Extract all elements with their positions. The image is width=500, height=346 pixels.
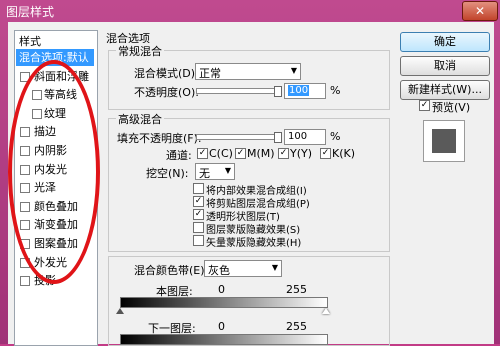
advanced-option-checkbox[interactable]: ✓ [193, 209, 204, 220]
knockout-select[interactable]: 无 ▼ [195, 163, 235, 180]
opacity-label: 不透明度(O): [134, 86, 199, 99]
advanced-option-checkbox[interactable] [193, 183, 204, 194]
general-blending-title: 常规混合 [116, 43, 164, 59]
style-item-checkbox[interactable] [20, 276, 30, 287]
preview-label: 预览(V) [432, 101, 471, 114]
fill-opacity-unit: % [330, 130, 341, 143]
blend-mode-label: 混合模式(D): [134, 67, 199, 80]
channel-checkbox[interactable]: ✓ [278, 148, 289, 159]
preview-sample [432, 129, 456, 153]
channel-label: M(M) [247, 147, 275, 160]
knockout-value: 无 [199, 167, 210, 180]
blend-if-value: 灰色 [208, 264, 230, 277]
advanced-blending-title: 高级混合 [116, 111, 164, 127]
opacity-unit: % [330, 84, 341, 97]
opacity-slider-thumb[interactable] [274, 86, 282, 97]
red-annotation-oval [8, 60, 100, 284]
fill-opacity-slider[interactable] [196, 134, 280, 140]
channels-label: 通道: [166, 149, 192, 162]
opacity-value: 100 [288, 85, 310, 96]
advanced-option-checkbox[interactable] [193, 235, 204, 246]
opacity-slider[interactable] [196, 88, 280, 94]
this-layer-black-slider[interactable] [116, 308, 124, 314]
channel-label: C(C) [209, 147, 233, 160]
channel-checkbox[interactable]: ✓ [197, 148, 208, 159]
channel-label: Y(Y) [290, 147, 313, 160]
blend-mode-value: 正常 [199, 67, 221, 80]
new-style-button[interactable]: 新建样式(W)... [400, 80, 490, 100]
fill-opacity-input[interactable]: 100 [284, 129, 326, 145]
knockout-label: 挖空(N): [146, 167, 189, 180]
under-layer-min: 0 [218, 320, 225, 333]
this-layer-white-slider[interactable] [322, 308, 330, 314]
preview-swatch [423, 120, 465, 162]
opacity-input[interactable]: 100 [284, 83, 326, 99]
preview-checkbox[interactable]: ✓ [419, 100, 430, 111]
fill-opacity-label: 填充不透明度(F): [117, 132, 202, 145]
blend-mode-select[interactable]: 正常 ▼ [195, 63, 301, 80]
channel-checkbox[interactable]: ✓ [235, 148, 246, 159]
under-layer-max: 255 [286, 320, 307, 333]
blend-if-select[interactable]: 灰色 ▼ [204, 260, 282, 277]
channel-label: K(K) [332, 147, 356, 160]
cancel-button[interactable]: 取消 [400, 56, 490, 76]
ok-button[interactable]: 确定 [400, 32, 490, 52]
close-button[interactable]: ✕ [462, 1, 498, 21]
chevron-down-icon: ▼ [290, 66, 297, 75]
blend-if-label: 混合颜色带(E): [134, 264, 209, 277]
under-layer-gradient [120, 334, 328, 345]
fill-opacity-value: 100 [288, 131, 308, 142]
fill-opacity-slider-thumb[interactable] [274, 132, 282, 143]
advanced-option-label: 矢量蒙版隐藏效果(H) [206, 238, 302, 249]
this-layer-min: 0 [218, 283, 225, 296]
window-title: 图层样式 [6, 5, 55, 19]
this-layer-max: 255 [286, 283, 307, 296]
advanced-option-checkbox[interactable] [193, 222, 204, 233]
chevron-down-icon: ▼ [271, 263, 278, 272]
title-bar[interactable]: 图层样式 ✕ [0, 0, 500, 22]
advanced-option-checkbox[interactable]: ✓ [193, 196, 204, 207]
chevron-down-icon: ▼ [224, 166, 231, 175]
styles-header: 样式 [19, 35, 41, 48]
this-layer-gradient [120, 297, 328, 308]
channel-checkbox[interactable]: ✓ [320, 148, 331, 159]
